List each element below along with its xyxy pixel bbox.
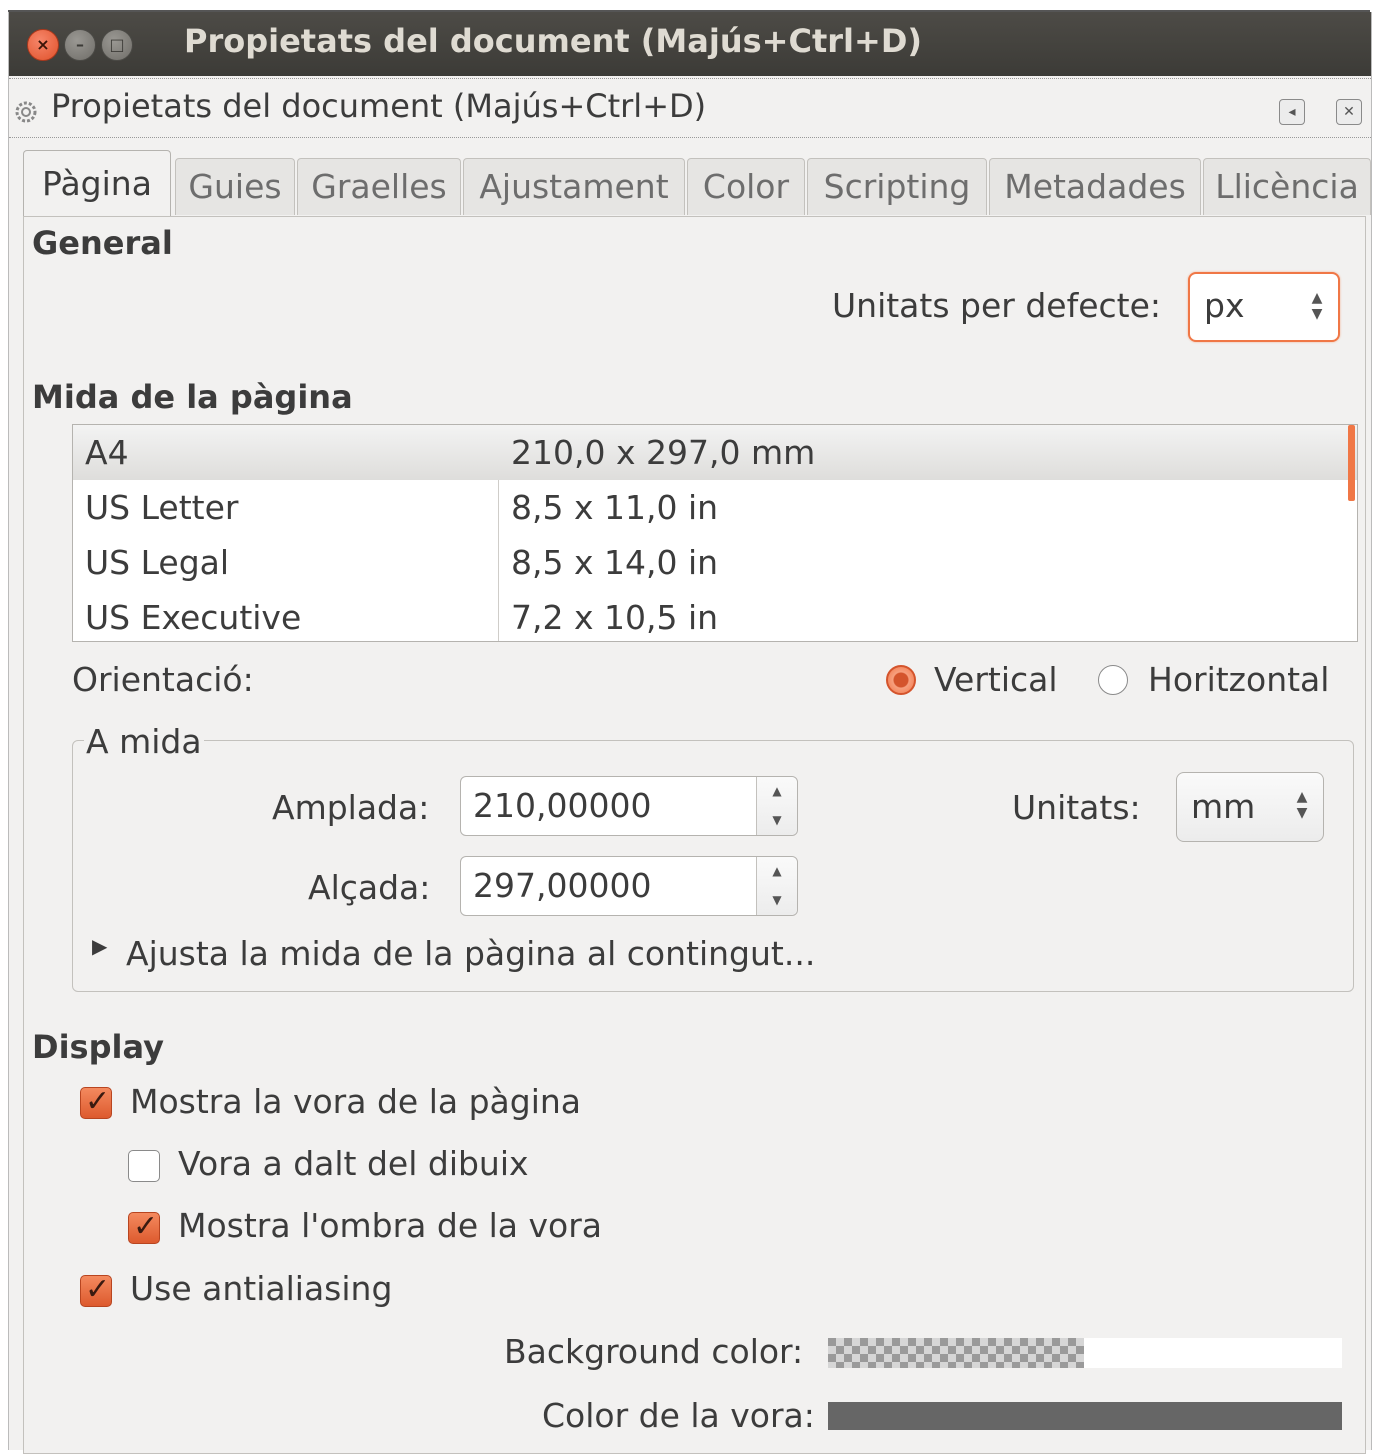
show-border-label[interactable]: Mostra la vora de la pàgina: [130, 1082, 581, 1121]
width-value: 210,00000: [473, 786, 652, 825]
width-label: Amplada:: [272, 788, 430, 827]
height-value: 297,00000: [473, 866, 652, 905]
previous-window-edge: [0, 0, 1376, 12]
updown-icon: ▲ ▼: [1311, 290, 1323, 322]
check-icon: ✓: [85, 1084, 111, 1119]
window-title: Propietats del document (Majús+Ctrl+D): [184, 22, 922, 60]
width-spinbox[interactable]: 210,00000 ▲ ▼: [460, 776, 798, 836]
chevron-down-icon[interactable]: ▼: [757, 886, 797, 915]
transparency-checker: [828, 1338, 1084, 1368]
updown-icon: ▲ ▼: [1296, 789, 1308, 821]
show-shadow-checkbox[interactable]: ✓: [128, 1209, 160, 1244]
height-stepper[interactable]: ▲ ▼: [756, 857, 797, 915]
antialiasing-label[interactable]: Use antialiasing: [130, 1269, 392, 1308]
background-color-button[interactable]: [828, 1338, 1342, 1368]
arrow-left-icon: ◂: [1288, 104, 1296, 120]
close-icon: ×: [36, 35, 50, 54]
tab-ajustament[interactable]: Ajustament: [463, 158, 685, 215]
custom-units-value: mm: [1191, 787, 1256, 826]
vertical-radio-label[interactable]: Vertical: [934, 660, 1058, 699]
close-icon: ✕: [1343, 104, 1355, 120]
page-size-header: Mida de la pàgina: [32, 378, 353, 416]
display-header: Display: [32, 1028, 164, 1066]
resize-to-content-expander[interactable]: Ajusta la mida de la pàgina al contingut…: [126, 934, 815, 973]
page-size-dimensions: 8,5 x 11,0 in: [511, 488, 719, 527]
tab-pagina[interactable]: Pàgina: [23, 150, 171, 216]
tab-metadades[interactable]: Metadades: [989, 158, 1201, 215]
border-color-label: Color de la vora:: [542, 1396, 815, 1435]
show-border-checkbox[interactable]: ✓: [80, 1084, 112, 1119]
dock-restore-button[interactable]: ◂: [1279, 99, 1305, 125]
dock-header: Propietats del document (Majús+Ctrl+D) ◂…: [9, 78, 1371, 138]
default-units-label: Unitats per defecte:: [832, 286, 1162, 325]
horizontal-radio[interactable]: [1098, 665, 1128, 695]
custom-units-select[interactable]: mm ▲ ▼: [1176, 772, 1324, 842]
horizontal-radio-label[interactable]: Horitzontal: [1148, 660, 1329, 699]
border-on-top-checkbox[interactable]: [128, 1150, 160, 1182]
border-color-button[interactable]: [828, 1402, 1342, 1430]
antialiasing-checkbox[interactable]: ✓: [80, 1272, 112, 1307]
tab-llicencia[interactable]: Llicència: [1203, 158, 1371, 215]
gear-icon: [15, 101, 37, 123]
page-size-name: US Executive: [85, 598, 302, 637]
custom-size-legend: A mida: [84, 722, 204, 761]
general-header: General: [32, 224, 173, 262]
page-size-dimensions: 210,0 x 297,0 mm: [511, 433, 816, 472]
page-size-dimensions: 7,2 x 10,5 in: [511, 598, 719, 637]
dock-title: Propietats del document (Majús+Ctrl+D): [51, 87, 707, 125]
dock-close-button[interactable]: ✕: [1336, 99, 1362, 125]
title-bar[interactable]: × – □ Propietats del document (Majús+Ctr…: [9, 12, 1371, 76]
orientation-label: Orientació:: [72, 660, 254, 699]
default-units-value: px: [1204, 286, 1245, 325]
page-size-dimensions: 8,5 x 14,0 in: [511, 543, 719, 582]
scrollbar-indicator[interactable]: [1348, 425, 1355, 501]
maximize-window-button[interactable]: □: [101, 29, 133, 61]
page-size-row[interactable]: US Legal 8,5 x 14,0 in: [73, 535, 1357, 590]
show-shadow-label[interactable]: Mostra l'ombra de la vora: [178, 1206, 602, 1245]
tab-graelles[interactable]: Graelles: [297, 158, 461, 215]
minimize-window-button[interactable]: –: [64, 29, 96, 61]
border-on-top-label[interactable]: Vora a dalt del dibuix: [178, 1144, 529, 1183]
tab-color[interactable]: Color: [687, 158, 805, 215]
tab-scripting[interactable]: Scripting: [807, 158, 987, 215]
default-units-select[interactable]: px ▲ ▼: [1188, 272, 1340, 342]
page-size-name: US Legal: [85, 543, 230, 582]
check-icon: ✓: [85, 1272, 111, 1307]
tab-guies[interactable]: Guies: [175, 158, 295, 215]
page-size-name: US Letter: [85, 488, 239, 527]
page-size-row-selected[interactable]: A4 210,0 x 297,0 mm: [73, 425, 1357, 480]
page-size-row[interactable]: US Executive 7,2 x 10,5 in: [73, 590, 1357, 641]
chevron-down-icon[interactable]: ▼: [757, 806, 797, 835]
check-icon: ✓: [133, 1209, 159, 1244]
custom-units-label: Unitats:: [1012, 788, 1141, 827]
vertical-radio[interactable]: [886, 665, 916, 695]
height-label: Alçada:: [308, 868, 431, 907]
chevron-up-icon[interactable]: ▲: [757, 777, 797, 806]
page-size-list[interactable]: A4 210,0 x 297,0 mm US Letter 8,5 x 11,0…: [72, 424, 1358, 642]
expander-arrow-icon[interactable]: ▶: [92, 934, 107, 958]
height-spinbox[interactable]: 297,00000 ▲ ▼: [460, 856, 798, 916]
close-window-button[interactable]: ×: [27, 29, 59, 61]
minimize-icon: –: [76, 35, 84, 54]
page-size-name: A4: [85, 433, 129, 472]
background-color-label: Background color:: [504, 1332, 804, 1371]
page-size-row[interactable]: US Letter 8,5 x 11,0 in: [73, 480, 1357, 535]
width-stepper[interactable]: ▲ ▼: [756, 777, 797, 835]
maximize-icon: □: [109, 35, 125, 54]
chevron-up-icon[interactable]: ▲: [757, 857, 797, 886]
